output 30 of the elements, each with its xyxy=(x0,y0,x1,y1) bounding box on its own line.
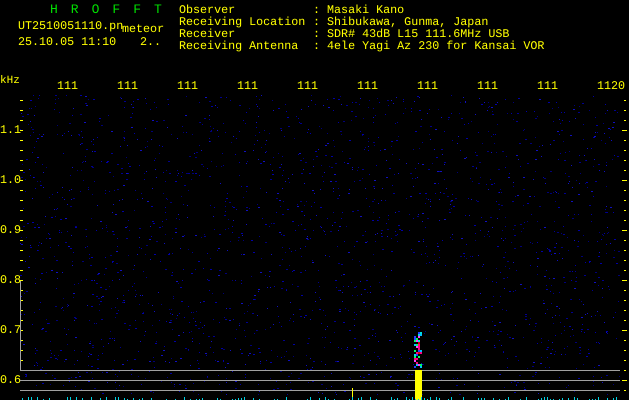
axis-tick-label: 0.9 xyxy=(0,222,20,239)
axis-tick-label: 1.1 xyxy=(0,122,20,139)
axis-tick-label: 111 xyxy=(417,79,440,95)
axis-tick-label: 1120 xyxy=(597,79,626,95)
file-name: UT2510051110.pn xyxy=(18,18,122,34)
info-value: : Masaki Kano xyxy=(313,4,404,16)
axis-tick-label: 111 xyxy=(177,79,200,95)
info-label: Receiving Location xyxy=(179,16,306,28)
info-value: : 4ele Yagi Az 230 for Kansai VOR xyxy=(313,40,544,52)
unit-label: kHz xyxy=(0,74,21,89)
axis-tick-label: 111 xyxy=(297,79,320,95)
axis-tick-label: 0.8 xyxy=(0,272,20,289)
info-label: Observer xyxy=(179,4,236,16)
axis-tick-label: 111 xyxy=(357,79,380,95)
info-value: : SDR# 43dB L15 111.6MHz USB xyxy=(313,28,510,40)
axis-tick-label: 111 xyxy=(537,79,560,95)
info-label: Receiving Antenna xyxy=(179,40,300,52)
axis-tick-label: 0.6 xyxy=(0,372,20,389)
axis-tick-label: 111 xyxy=(237,79,260,95)
mode-label: meteor xyxy=(122,22,164,34)
info-label: Receiver xyxy=(179,28,236,40)
axis-tick-label: 111 xyxy=(57,79,80,95)
axis-tick-label: 111 xyxy=(117,79,140,95)
axis-tick-label: 111 xyxy=(477,79,500,95)
axis-tick-label: 0.7 xyxy=(0,322,20,339)
count-label: 2.. xyxy=(140,34,162,50)
app-title: H R O F F T xyxy=(49,1,166,18)
date-time: 25.10.05 11:10 xyxy=(18,34,118,50)
axis-tick-label: 1.0 xyxy=(0,172,20,189)
info-value: : Shibukawa, Gunma, Japan xyxy=(313,16,488,28)
